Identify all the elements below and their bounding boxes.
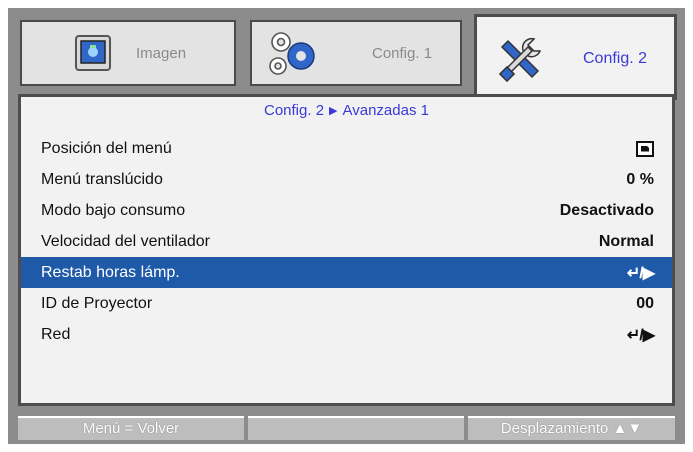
footer-back-hint: Menú = Volver <box>18 416 244 440</box>
menu-item-value: 00 <box>636 294 654 312</box>
menu-item-label: ID de Proyector <box>41 294 153 312</box>
menu-item-label: Restab horas lámp. <box>41 263 180 281</box>
tab-label: Config. 2 <box>583 49 648 67</box>
footer-bar: Menú = Volver Desplazamiento ▲▼ <box>18 416 675 440</box>
menu-item-label: Modo bajo consumo <box>41 201 186 219</box>
footer-middle <box>248 416 464 440</box>
menu-position-icon <box>636 140 654 157</box>
menu-item-label: Velocidad del ventilador <box>41 232 211 250</box>
breadcrumb-current: Avanzadas 1 <box>342 102 429 119</box>
menu-item-menu-position[interactable]: Posición del menú <box>21 133 672 164</box>
enter-arrow-icon: ↵/▶ <box>626 326 655 344</box>
breadcrumb-parent: Config. 2 <box>264 102 325 119</box>
tab-imagen[interactable]: Imagen <box>16 16 240 90</box>
breadcrumb-separator: ▶ <box>329 105 338 117</box>
tab-label: Imagen <box>136 44 187 62</box>
image-settings-icon <box>64 26 122 80</box>
menu-item-label: Red <box>41 325 71 343</box>
menu-item-value: 0 % <box>626 170 654 188</box>
breadcrumb: Config. 2 ▶ Avanzadas 1 <box>21 97 672 125</box>
menu-item-label: Menú translúcido <box>41 170 163 188</box>
menu-item-label: Posición del menú <box>41 139 172 157</box>
footer-navigation-hint: Desplazamiento ▲▼ <box>468 416 675 440</box>
menu-item-projector-id[interactable]: ID de Proyector 00 <box>21 288 672 319</box>
menu-item-low-power-mode[interactable]: Modo bajo consumo Desactivado <box>21 195 672 226</box>
settings-panel: Config. 2 ▶ Avanzadas 1 Posición del menú … <box>18 94 675 406</box>
menu-item-fan-speed[interactable]: Velocidad del ventilador Normal <box>21 226 672 257</box>
projector-osd-menu: Imagen Config. 1 Config. 2 Config. 2 ▶ A… <box>8 8 685 444</box>
enter-arrow-icon: ↵/▶ <box>626 264 655 282</box>
tools-icon <box>491 32 549 86</box>
menu-item-value: Desactivado <box>559 201 654 219</box>
menu-item-value: Normal <box>598 232 654 250</box>
tab-config-2[interactable]: Config. 2 <box>474 14 677 100</box>
tab-label: Config. 1 <box>372 44 433 62</box>
gears-icon <box>262 26 320 80</box>
menu-item-translucent-menu[interactable]: Menú translúcido 0 % <box>21 164 672 195</box>
tab-config-1[interactable]: Config. 1 <box>246 16 466 90</box>
menu-item-network[interactable]: Red ↵/▶ <box>21 319 672 350</box>
menu-item-reset-lamp-hours[interactable]: Restab horas lámp. ↵/▶ <box>21 257 672 288</box>
